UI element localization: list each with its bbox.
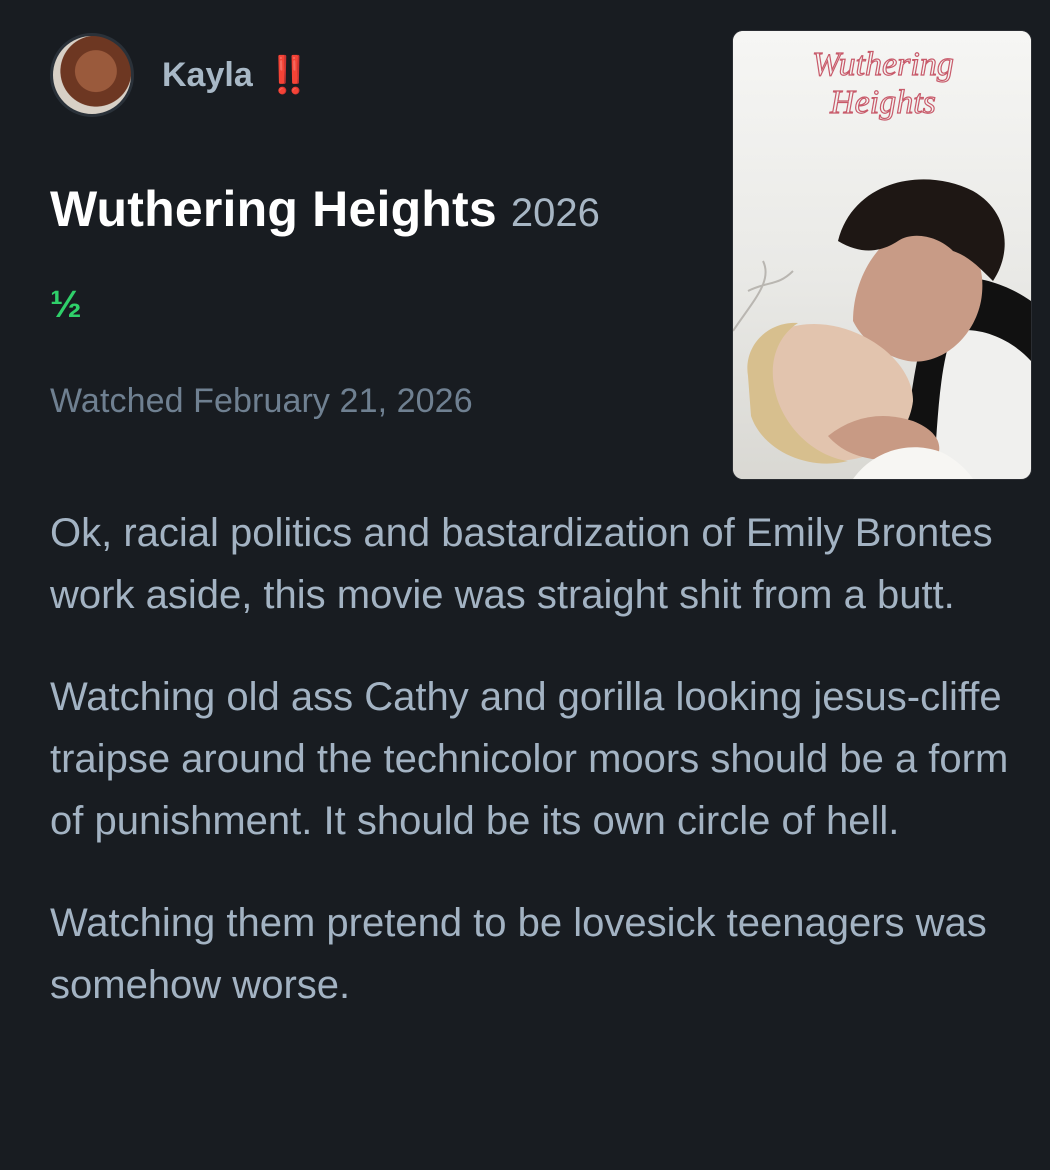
user-avatar[interactable]	[50, 33, 134, 117]
film-title-link[interactable]: Wuthering Heights	[50, 180, 497, 238]
review-body: Ok, racial politics and bastardization o…	[50, 502, 1030, 1056]
poster-title-line1: Wuthering	[812, 46, 954, 83]
watched-date: Watched February 21, 2026	[50, 382, 473, 420]
film-year-link[interactable]: 2026	[511, 191, 600, 236]
review-paragraph-3: Watching them pretend to be lovesick tee…	[50, 901, 987, 1007]
rating-half-star: ½	[50, 284, 82, 326]
double-exclamation-icon: ‼️	[266, 54, 312, 95]
film-title-row: Wuthering Heights 2026	[50, 180, 600, 238]
username-row: Kayla ‼️	[162, 54, 312, 96]
review-paragraph-2: Watching old ass Cathy and gorilla looki…	[50, 675, 1009, 843]
review-header: Kayla ‼️	[50, 32, 312, 118]
username-link[interactable]: Kayla	[162, 56, 253, 95]
review-paragraph-1: Ok, racial politics and bastardization o…	[50, 511, 993, 617]
poster-title-line2: Heights	[829, 84, 936, 121]
film-poster[interactable]: Wuthering Heights	[733, 31, 1031, 479]
poster-artwork: Wuthering Heights	[733, 31, 1031, 479]
